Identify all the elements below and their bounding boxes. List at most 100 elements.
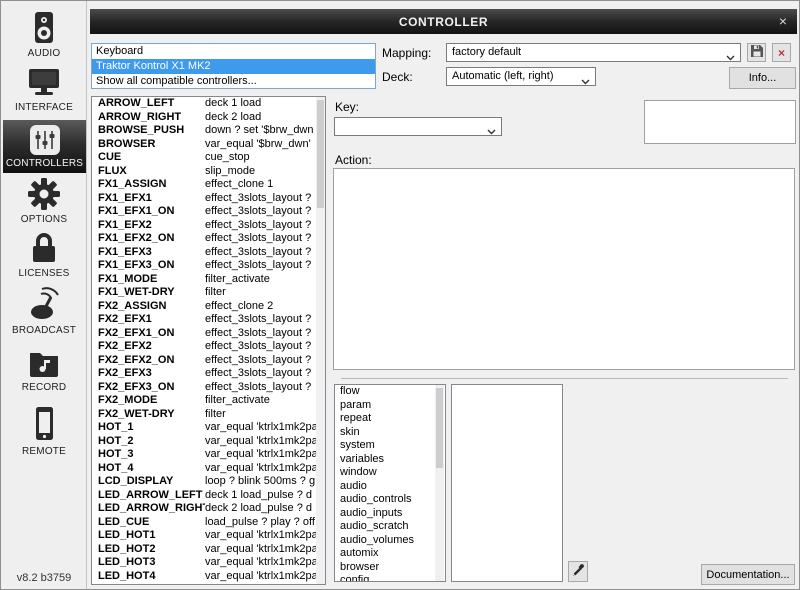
binding-row[interactable]: ARROW_RIGHT deck 2 load bbox=[92, 111, 325, 125]
sidebar-item-label: RECORD bbox=[22, 382, 67, 393]
binding-key: LED_ARROW_LEFT bbox=[92, 489, 205, 503]
binding-row[interactable]: FX1_EFX2 effect_3slots_layout ? bbox=[92, 219, 325, 233]
binding-row[interactable]: FX1_EFX1_ON effect_3slots_layout ? bbox=[92, 205, 325, 219]
binding-row[interactable]: FLUX slip_mode bbox=[92, 165, 325, 179]
pick-action-button[interactable] bbox=[568, 561, 588, 582]
dialog-title: CONTROLLER bbox=[399, 15, 488, 29]
binding-key: LED_ARROW_RIGHT bbox=[92, 502, 205, 516]
binding-row[interactable]: FX1_EFX1 effect_3slots_layout ? bbox=[92, 192, 325, 206]
category-item[interactable]: audio_controls bbox=[335, 493, 445, 507]
binding-key: FX2_EFX2_ON bbox=[92, 354, 205, 368]
binding-row[interactable]: FX2_MODE filter_activate bbox=[92, 394, 325, 408]
category-item[interactable]: automix bbox=[335, 547, 445, 561]
key-list-scrollbar-thumb[interactable] bbox=[317, 100, 324, 208]
delete-mapping-button[interactable]: × bbox=[772, 43, 791, 62]
sidebar: AUDIO INTERFACE CONTROLLERS OPTIONS LICE bbox=[1, 1, 87, 589]
documentation-button[interactable]: Documentation... bbox=[701, 564, 795, 585]
binding-key: LED_HOT3 bbox=[92, 556, 205, 570]
category-item[interactable]: repeat bbox=[335, 412, 445, 426]
binding-row[interactable]: BROWSE_PUSH down ? set '$brw_dwn bbox=[92, 124, 325, 138]
binding-row[interactable]: FX2_EFX2_ON effect_3slots_layout ? bbox=[92, 354, 325, 368]
binding-row[interactable]: LED_CUE load_pulse ? play ? off bbox=[92, 516, 325, 530]
device-item-keyboard[interactable]: Keyboard bbox=[92, 44, 375, 59]
binding-row[interactable]: FX2_EFX1 effect_3slots_layout ? bbox=[92, 313, 325, 327]
device-list[interactable]: Keyboard Traktor Kontrol X1 MK2 Show all… bbox=[91, 43, 376, 89]
action-category-list[interactable]: flow param repeat skin system variables … bbox=[334, 384, 446, 582]
binding-key: HOT_4 bbox=[92, 462, 205, 476]
category-item[interactable]: flow bbox=[335, 385, 445, 399]
category-list-scrollbar[interactable] bbox=[435, 385, 444, 581]
category-item[interactable]: audio_inputs bbox=[335, 507, 445, 521]
sidebar-item-remote[interactable]: REMOTE bbox=[1, 405, 87, 457]
sidebar-item-controllers[interactable]: CONTROLLERS bbox=[3, 120, 86, 173]
sidebar-item-licenses[interactable]: LICENSES bbox=[1, 231, 87, 279]
binding-row[interactable]: FX1_ASSIGN effect_clone 1 bbox=[92, 178, 325, 192]
binding-action: var_equal 'ktrlx1mk2pa bbox=[205, 543, 325, 557]
key-bindings-list[interactable]: ARROW_LEFT deck 1 load ARROW_RIGHT deck … bbox=[91, 96, 326, 585]
binding-row[interactable]: FX1_EFX3_ON effect_3slots_layout ? bbox=[92, 259, 325, 273]
binding-row[interactable]: LED_HOT4 var_equal 'ktrlx1mk2pa bbox=[92, 570, 325, 584]
info-button[interactable]: Info... bbox=[729, 67, 796, 89]
key-list-scrollbar[interactable] bbox=[316, 97, 325, 584]
sidebar-item-record[interactable]: RECORD bbox=[1, 347, 87, 393]
category-item[interactable]: audio_volumes bbox=[335, 534, 445, 548]
binding-row[interactable]: HOT_4 var_equal 'ktrlx1mk2pa bbox=[92, 462, 325, 476]
binding-row[interactable]: FX2_EFX3_ON effect_3slots_layout ? bbox=[92, 381, 325, 395]
binding-row[interactable]: HOT_2 var_equal 'ktrlx1mk2pa bbox=[92, 435, 325, 449]
category-item[interactable]: audio bbox=[335, 480, 445, 494]
binding-row[interactable]: LED_HOT2 var_equal 'ktrlx1mk2pa bbox=[92, 543, 325, 557]
mapping-select[interactable]: factory default bbox=[446, 43, 741, 62]
binding-row[interactable]: LED_HOT1 var_equal 'ktrlx1mk2pa bbox=[92, 529, 325, 543]
category-item[interactable]: config bbox=[335, 574, 445, 582]
category-item[interactable]: variables bbox=[335, 453, 445, 467]
binding-row[interactable]: HOT_3 var_equal 'ktrlx1mk2pa bbox=[92, 448, 325, 462]
deck-select[interactable]: Automatic (left, right) bbox=[446, 67, 596, 86]
category-item[interactable]: audio_scratch bbox=[335, 520, 445, 534]
binding-row[interactable]: CUE cue_stop bbox=[92, 151, 325, 165]
category-item[interactable]: param bbox=[335, 399, 445, 413]
sidebar-item-broadcast[interactable]: BROADCAST bbox=[1, 286, 87, 336]
key-select[interactable] bbox=[334, 117, 502, 136]
binding-row[interactable]: FX2_EFX1_ON effect_3slots_layout ? bbox=[92, 327, 325, 341]
device-item-show-all[interactable]: Show all compatible controllers... bbox=[92, 74, 375, 89]
binding-key: LED_CUE bbox=[92, 516, 205, 530]
close-icon[interactable]: × bbox=[779, 12, 787, 30]
binding-row[interactable]: FX1_EFX2_ON effect_3slots_layout ? bbox=[92, 232, 325, 246]
binding-row[interactable]: HOT_1 var_equal 'ktrlx1mk2pa bbox=[92, 421, 325, 435]
binding-row[interactable]: FX1_MODE filter_activate bbox=[92, 273, 325, 287]
sidebar-item-interface[interactable]: INTERFACE bbox=[1, 65, 87, 113]
category-item[interactable]: system bbox=[335, 439, 445, 453]
binding-key: FX2_EFX2 bbox=[92, 340, 205, 354]
binding-row[interactable]: LED_ARROW_RIGHT deck 2 load_pulse ? d bbox=[92, 502, 325, 516]
binding-row[interactable]: LED_ARROW_LEFT deck 1 load_pulse ? d bbox=[92, 489, 325, 503]
binding-row[interactable]: FX2_EFX2 effect_3slots_layout ? bbox=[92, 340, 325, 354]
category-item[interactable]: browser bbox=[335, 561, 445, 575]
binding-row[interactable]: LCD_DISPLAY loop ? blink 500ms ? g bbox=[92, 475, 325, 489]
binding-action: loop ? blink 500ms ? g bbox=[205, 475, 325, 489]
lock-icon bbox=[29, 231, 59, 265]
binding-row[interactable]: LED_HOT3 var_equal 'ktrlx1mk2pa bbox=[92, 556, 325, 570]
binding-row[interactable]: FX2_WET-DRY filter bbox=[92, 408, 325, 422]
binding-key: LED_HOT1 bbox=[92, 529, 205, 543]
device-item-traktor[interactable]: Traktor Kontrol X1 MK2 bbox=[92, 59, 375, 74]
category-item[interactable]: skin bbox=[335, 426, 445, 440]
binding-row[interactable]: FX1_EFX3 effect_3slots_layout ? bbox=[92, 246, 325, 260]
action-sub-list[interactable] bbox=[451, 384, 563, 582]
binding-row[interactable]: BROWSER var_equal '$brw_dwn' bbox=[92, 138, 325, 152]
deck-value: Automatic (left, right) bbox=[452, 70, 553, 82]
remote-phone-icon bbox=[29, 405, 59, 443]
binding-row[interactable]: FX2_EFX3 effect_3slots_layout ? bbox=[92, 367, 325, 381]
category-item[interactable]: window bbox=[335, 466, 445, 480]
category-list-scrollbar-thumb[interactable] bbox=[436, 388, 443, 468]
pencil-icon bbox=[572, 563, 585, 581]
binding-row[interactable]: ARROW_LEFT deck 1 load bbox=[92, 97, 325, 111]
action-input[interactable] bbox=[333, 168, 795, 370]
binding-key: CUE bbox=[92, 151, 205, 165]
speaker-icon bbox=[29, 11, 59, 45]
sidebar-item-audio[interactable]: AUDIO bbox=[1, 11, 87, 59]
sidebar-item-options[interactable]: OPTIONS bbox=[1, 177, 87, 225]
save-mapping-button[interactable] bbox=[747, 43, 766, 62]
binding-row[interactable]: FX1_WET-DRY filter bbox=[92, 286, 325, 300]
binding-action: deck 1 load_pulse ? d bbox=[205, 489, 325, 503]
binding-row[interactable]: FX2_ASSIGN effect_clone 2 bbox=[92, 300, 325, 314]
